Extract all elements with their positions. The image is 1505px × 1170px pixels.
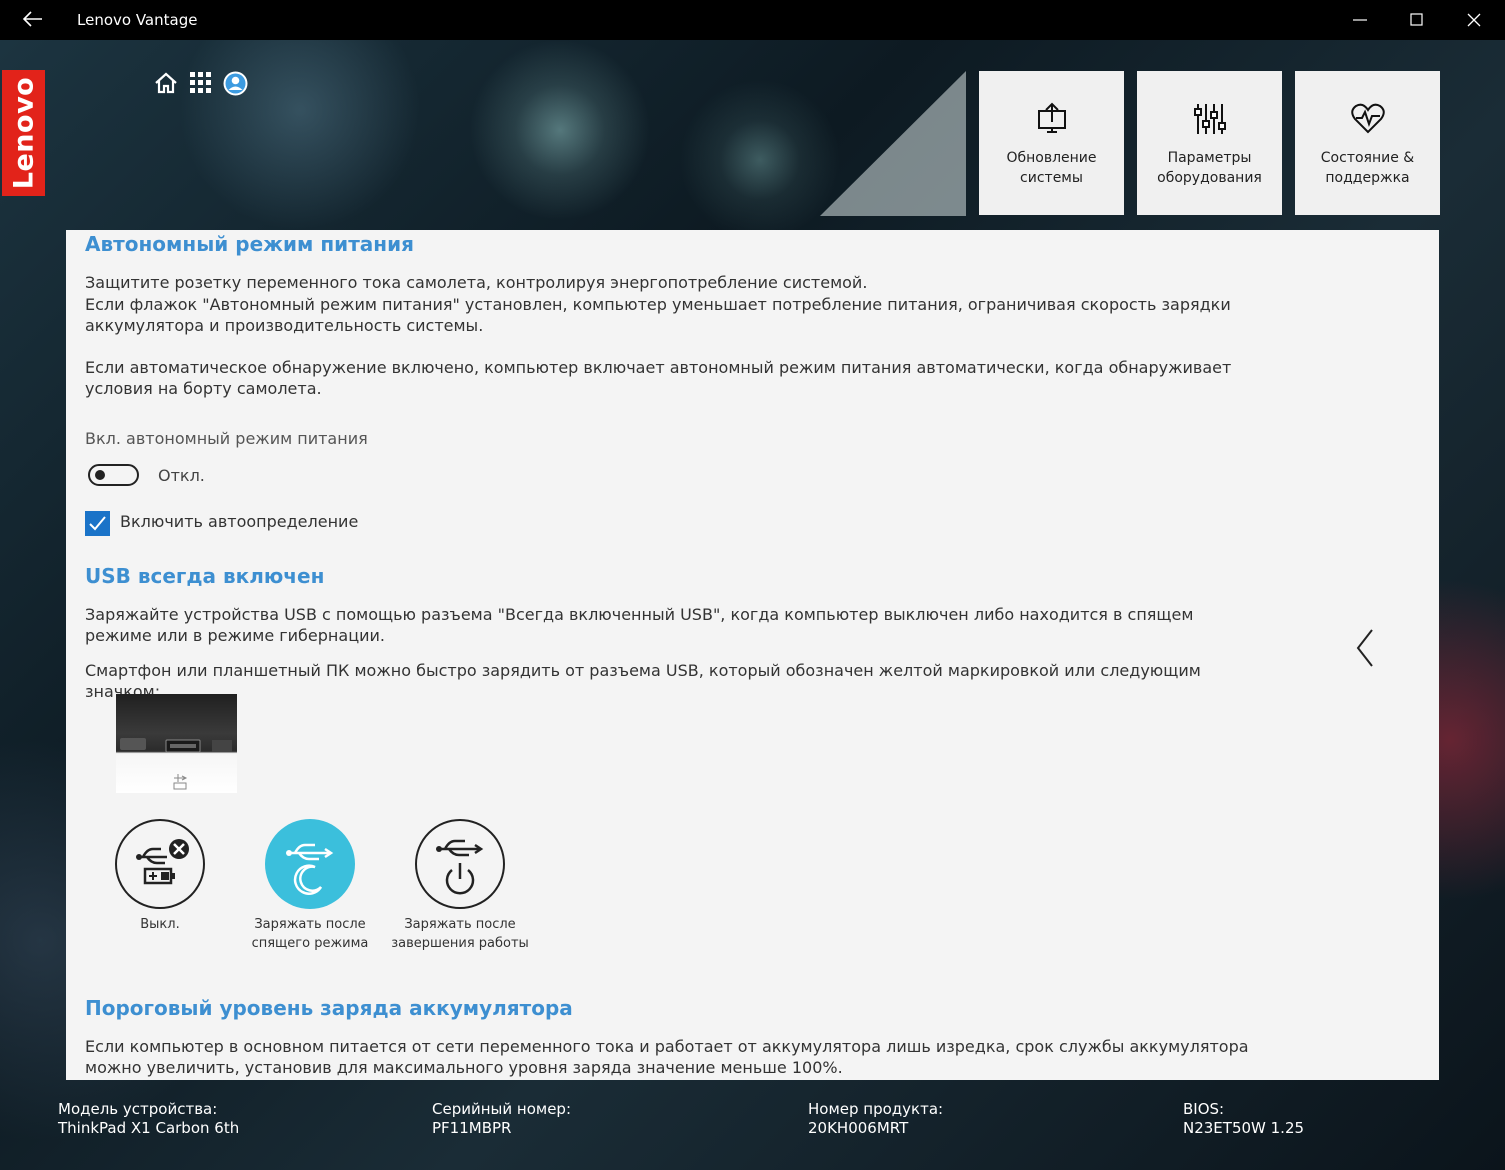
- usb-option-shutdown-charge[interactable]: Заряжать после завершения работы: [385, 819, 535, 953]
- title-bar: Lenovo Vantage: [0, 0, 1505, 40]
- account-icon[interactable]: [223, 71, 248, 96]
- device-info-footer: Модель устройства: ThinkPad X1 Carbon 6th…: [0, 1085, 1505, 1170]
- back-arrow-icon[interactable]: [22, 8, 44, 30]
- airplane-desc-3: Если автоматическое обнаружение включено…: [85, 358, 1232, 398]
- usb-port-photo: [116, 694, 237, 793]
- airplane-power-toggle[interactable]: [88, 464, 139, 486]
- decorative-triangle: [820, 71, 966, 216]
- window-title: Lenovo Vantage: [77, 11, 198, 29]
- close-button[interactable]: [1449, 0, 1499, 40]
- content-panel: Автономный режим питания Защитите розетк…: [66, 230, 1439, 1080]
- usb-option-off[interactable]: Выкл.: [85, 819, 235, 934]
- usb-desc-2: Смартфон или планшетный ПК можно быстро …: [85, 661, 1201, 701]
- home-icon[interactable]: [154, 71, 178, 95]
- lenovo-logo: Lenovo: [2, 70, 45, 196]
- usb-desc-1: Заряжайте устройства USB с помощью разъе…: [85, 605, 1194, 645]
- usb-shutdown-charge-icon: [415, 819, 505, 909]
- tile-hardware-settings[interactable]: Параметры оборудования: [1137, 71, 1282, 215]
- tile-system-update[interactable]: Обновление системы: [979, 71, 1124, 215]
- usb-always-on-title: USB всегда включен: [85, 564, 325, 588]
- apps-grid-icon[interactable]: [189, 71, 213, 95]
- charge-threshold-title: Пороговый уровень заряда аккумулятора: [85, 996, 573, 1020]
- maximize-button[interactable]: [1392, 0, 1442, 40]
- airplane-desc-1: Защитите розетку переменного тока самоле…: [85, 273, 868, 292]
- serial-info: Серийный номер: PF11MBPR: [432, 1100, 571, 1137]
- chevron-left-icon[interactable]: [1352, 627, 1378, 671]
- system-update-icon: [979, 101, 1124, 137]
- auto-detect-checkbox[interactable]: [85, 511, 110, 536]
- tile-health-support[interactable]: Состояние & поддержка: [1295, 71, 1440, 215]
- airplane-desc-2: Если флажок "Автономный режим питания" у…: [85, 295, 1231, 335]
- hardware-settings-icon: [1137, 101, 1282, 137]
- usb-sleep-charge-icon: [265, 819, 355, 909]
- toggle-state-text: Откл.: [158, 466, 205, 485]
- usb-option-sleep-charge[interactable]: Заряжать после спящего режима: [235, 819, 385, 953]
- health-support-icon: [1295, 101, 1440, 137]
- product-info: Номер продукта: 20KH006MRT: [808, 1100, 944, 1137]
- bios-info: BIOS: N23ET50W 1.25: [1183, 1100, 1305, 1137]
- auto-detect-label: Включить автоопределение: [120, 512, 359, 531]
- usb-option-label: Заряжать после завершения работы: [391, 917, 529, 951]
- tile-label: Состояние & поддержка: [1320, 150, 1415, 186]
- model-info: Модель устройства: ThinkPad X1 Carbon 6th: [58, 1100, 240, 1137]
- tile-label: Параметры оборудования: [1157, 150, 1262, 186]
- usb-option-label: Заряжать после спящего режима: [251, 917, 369, 951]
- tile-label: Обновление системы: [1006, 150, 1097, 186]
- threshold-desc-1: Если компьютер в основном питается от се…: [85, 1037, 1249, 1077]
- airplane-power-title: Автономный режим питания: [85, 232, 414, 256]
- usb-option-label: Выкл.: [140, 917, 180, 932]
- minimize-button[interactable]: [1335, 0, 1385, 40]
- airplane-toggle-label: Вкл. автономный режим питания: [85, 429, 368, 448]
- checkmark-icon: [89, 516, 106, 531]
- usb-off-icon: [115, 819, 205, 909]
